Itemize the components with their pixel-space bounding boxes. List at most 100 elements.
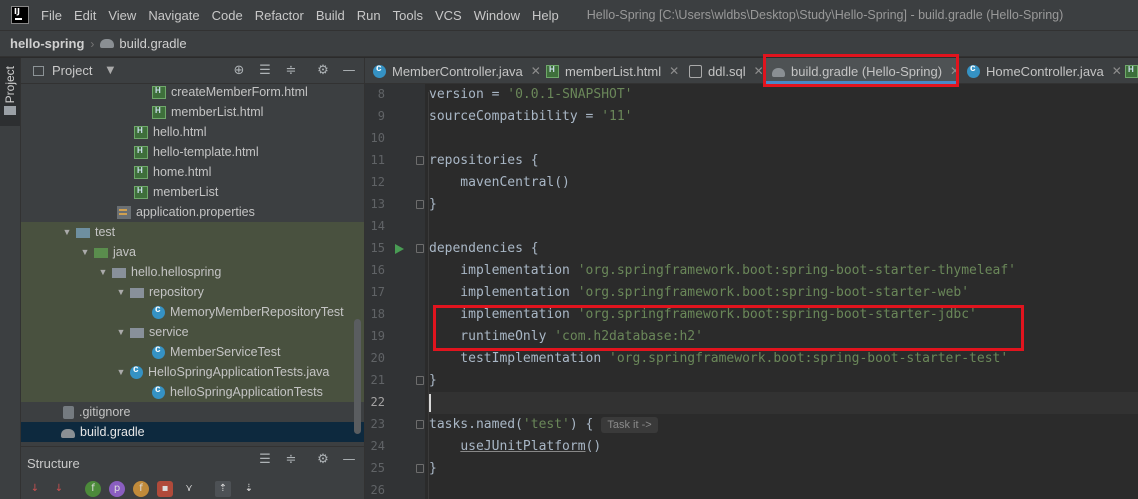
project-tool-label: Project [3, 66, 17, 104]
close-icon[interactable]: ✕ [531, 64, 541, 78]
menu-vcs[interactable]: VCS [429, 8, 468, 23]
code-token: testImplementation [429, 351, 610, 366]
chevron-down-icon[interactable]: ▼ [79, 247, 91, 257]
tree-item[interactable]: memberList.html [21, 102, 364, 122]
tree-item-label: repository [149, 285, 204, 299]
lock-icon[interactable]: ▪ [157, 481, 173, 497]
autoscroll-to-source-icon[interactable]: ⇡ [215, 481, 231, 497]
chevron-down-icon[interactable]: ▼ [115, 287, 127, 297]
menu-tools[interactable]: Tools [387, 8, 429, 23]
project-tool-tab[interactable]: Project [0, 58, 20, 126]
chevron-down-icon[interactable]: ▼ [61, 227, 73, 237]
tree-item[interactable]: createMemberForm.html [21, 84, 364, 102]
tree-item[interactable]: hello-template.html [21, 142, 364, 162]
gradle-icon [100, 39, 115, 48]
tab-member-controller[interactable]: MemberController.java ✕ [373, 58, 541, 84]
breadcrumb-root[interactable]: hello-spring [10, 36, 84, 51]
tree-item[interactable]: ▼ test [21, 222, 364, 242]
tree-item[interactable]: MemoryMemberRepositoryTest [21, 302, 364, 322]
project-panel: Project ▼ ⊕ ☰ ≑ ⚙ — createMemberForm.htm… [21, 58, 364, 446]
close-icon[interactable]: ✕ [950, 64, 960, 78]
tree-item[interactable]: ▼ HelloSpringApplicationTests.java [21, 362, 364, 382]
class-icon [152, 384, 165, 399]
tree-item[interactable]: helloSpringApplicationTests [21, 382, 364, 402]
menu-refactor[interactable]: Refactor [249, 8, 310, 23]
fold-marker-icon[interactable] [416, 200, 424, 209]
gear-icon[interactable]: ⚙ [314, 451, 332, 469]
fold-marker-icon[interactable] [416, 156, 424, 165]
chevron-down-icon[interactable]: ▼ [115, 367, 127, 377]
menu-edit[interactable]: Edit [68, 8, 102, 23]
tree-item-label: build.gradle [80, 425, 145, 439]
code-line-9: sourceCompatibility = '11' [429, 106, 633, 128]
fold-marker-icon[interactable] [416, 376, 424, 385]
tab-member-list-html[interactable]: memberList.html ✕ [546, 58, 679, 84]
show-fields-f-icon[interactable]: f [133, 481, 149, 497]
close-icon[interactable]: ✕ [754, 64, 764, 78]
expand-all-icon[interactable]: ☰ [256, 451, 274, 469]
menu-help[interactable]: Help [526, 8, 565, 23]
tree-item[interactable]: .gitignore [21, 402, 364, 422]
html-file-icon [152, 85, 166, 99]
chevron-down-icon[interactable]: ▼ [97, 267, 109, 277]
line-number: 8 [377, 87, 385, 101]
chevron-down-icon[interactable]: ▼ [106, 65, 114, 76]
code-area[interactable]: version = '0.0.1-SNAPSHOT' sourceCompati… [429, 84, 1138, 499]
collapse-all-icon[interactable]: ≑ [282, 451, 300, 469]
inlay-hint: Task it -> [601, 416, 658, 433]
fold-marker-icon[interactable] [416, 420, 424, 429]
tree-item-label: java [113, 245, 136, 259]
menu-navigate[interactable]: Navigate [142, 8, 205, 23]
tab-ddl-sql[interactable]: ddl.sql ✕ [689, 58, 764, 84]
gear-icon[interactable]: ⚙ [314, 62, 332, 80]
minimize-icon[interactable]: — [340, 451, 358, 469]
autoscroll-from-source-icon[interactable]: ⇣ [241, 481, 257, 497]
sort-type-icon[interactable]: ↓ [51, 481, 67, 497]
menu-build[interactable]: Build [310, 8, 351, 23]
menu-window[interactable]: Window [468, 8, 526, 23]
expand-all-icon[interactable]: ☰ [256, 62, 274, 80]
locate-icon[interactable]: ⊕ [230, 62, 248, 80]
editor-tab-bar: MemberController.java ✕ memberList.html … [365, 54, 1138, 87]
project-tree: createMemberForm.html memberList.html he… [21, 84, 364, 446]
project-panel-header: Project ▼ ⊕ ☰ ≑ ⚙ — [21, 58, 364, 84]
menu-view[interactable]: View [102, 8, 142, 23]
minimize-icon[interactable]: — [340, 62, 358, 80]
tree-item[interactable]: ▼ hello.hellospring [21, 262, 364, 282]
collapse-all-icon[interactable]: ≑ [282, 62, 300, 80]
tree-item[interactable]: memberList [21, 182, 364, 202]
tab-overflow[interactable] [1125, 58, 1138, 84]
breadcrumb: hello-spring › build.gradle [0, 30, 1138, 57]
show-fields-icon[interactable]: f [85, 481, 101, 497]
tree-item[interactable]: MemberServiceTest [21, 342, 364, 362]
menu-code[interactable]: Code [206, 8, 249, 23]
package-icon [130, 288, 144, 298]
tree-item[interactable]: home.html [21, 162, 364, 182]
class-icon [152, 344, 165, 359]
sort-alpha-icon[interactable]: ↓ [27, 481, 43, 497]
tree-scrollbar[interactable] [354, 319, 361, 434]
close-icon[interactable]: ✕ [1112, 64, 1122, 78]
breadcrumb-file[interactable]: build.gradle [119, 36, 186, 51]
tree-item[interactable]: ▼ java [21, 242, 364, 262]
line-number: 9 [377, 109, 385, 123]
fold-marker-icon[interactable] [416, 244, 424, 253]
chevron-down-icon[interactable]: ▼ [115, 327, 127, 337]
code-line-12: mavenCentral() [429, 172, 570, 194]
tab-home-controller[interactable]: HomeController.java ✕ [967, 58, 1122, 84]
tree-item[interactable]: application.properties [21, 202, 364, 222]
tab-build-gradle[interactable]: build.gradle (Hello-Spring) ✕ [766, 58, 960, 84]
menu-file[interactable]: File [35, 8, 68, 23]
inherited-icon[interactable]: ⋎ [181, 481, 197, 497]
tree-item-selected[interactable]: build.gradle [21, 422, 364, 442]
tree-item[interactable]: ▼ service [21, 322, 364, 342]
html-file-icon [1125, 64, 1138, 78]
line-number: 13 [370, 197, 385, 211]
close-icon[interactable]: ✕ [669, 64, 679, 78]
tree-item[interactable]: hello.html [21, 122, 364, 142]
run-icon[interactable] [395, 244, 404, 254]
menu-run[interactable]: Run [351, 8, 387, 23]
fold-marker-icon[interactable] [416, 464, 424, 473]
show-properties-icon[interactable]: p [109, 481, 125, 497]
tree-item[interactable]: ▼ repository [21, 282, 364, 302]
